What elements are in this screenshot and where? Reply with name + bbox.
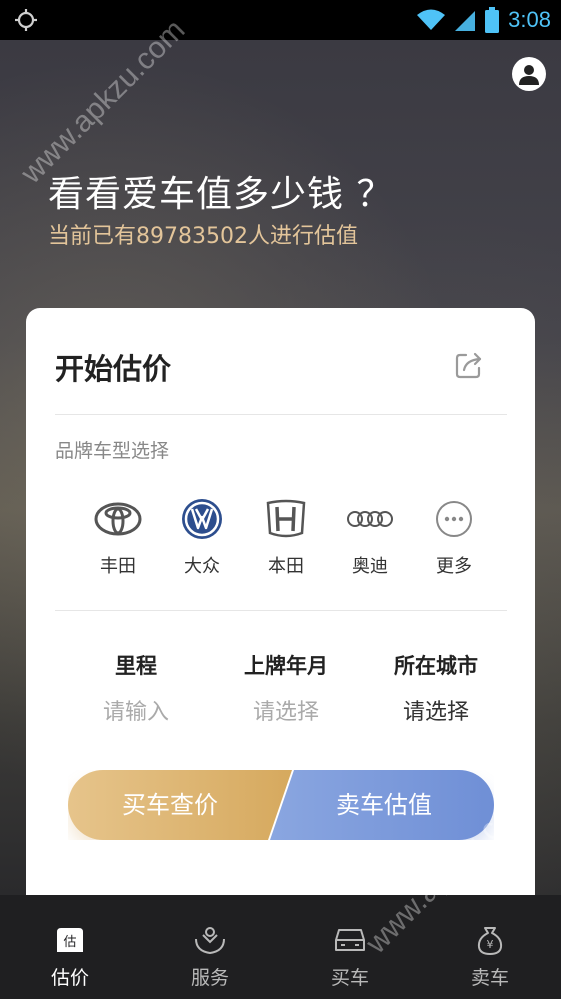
tab-label: 买车 — [330, 967, 369, 989]
field-label: 里程 — [115, 654, 157, 678]
wifi-icon — [417, 9, 446, 30]
signal-icon — [455, 11, 476, 31]
brand-audi[interactable]: 奥迪 — [338, 498, 402, 578]
action-buttons: 买车查价 卖车估值 — [68, 770, 494, 840]
valuation-count-text: 当前已有89783502人进行估值 — [48, 224, 358, 249]
page-title: 看看爱车值多少钱 ？ — [48, 174, 394, 215]
field-label: 所在城市 — [394, 654, 478, 678]
registration-date-select[interactable]: 请选择 — [216, 694, 356, 726]
tab-service[interactable]: 服务 — [140, 895, 280, 999]
brand-toyota[interactable]: 丰田 — [86, 498, 150, 578]
brand-volkswagen[interactable]: 大众 — [170, 498, 234, 578]
service-icon — [195, 927, 225, 955]
city-select[interactable]: 请选择 — [366, 694, 506, 726]
brand-name: 本田 — [268, 556, 304, 577]
tab-sell-car[interactable]: ¥ 卖车 — [420, 895, 560, 999]
audi-logo-icon — [347, 511, 393, 527]
card-title: 开始估价 — [55, 352, 172, 386]
location-icon — [15, 9, 37, 31]
more-icon — [436, 501, 472, 537]
mileage-input[interactable]: 请输入 — [66, 694, 206, 726]
divider — [55, 414, 507, 415]
toyota-logo-icon — [94, 502, 142, 536]
city-field[interactable]: 所在城市 请选择 — [366, 650, 506, 726]
tab-label: 卖车 — [470, 967, 509, 989]
sell-car-valuation-button[interactable]: 卖车估值 — [270, 770, 494, 840]
valuation-card: 开始估价 品牌车型选择 丰田 大众 本田 奥迪 更多 里程 请输入 上牌年月 请… — [26, 308, 535, 918]
valuation-fields: 里程 请输入 上牌年月 请选择 所在城市 请选择 — [66, 650, 506, 726]
buy-button-label: 买车查价 — [122, 791, 218, 819]
brand-name: 大众 — [184, 556, 220, 577]
status-bar: 3:08 — [0, 0, 561, 40]
volkswagen-logo-icon — [182, 499, 222, 539]
divider — [55, 610, 507, 611]
tab-label: 估价 — [50, 967, 89, 989]
user-icon — [519, 65, 539, 85]
tab-valuation[interactable]: 估 估价 — [0, 895, 140, 999]
brand-name: 奥迪 — [352, 556, 388, 577]
field-label: 上牌年月 — [244, 654, 328, 678]
brand-section-label: 品牌车型选择 — [55, 440, 170, 462]
clock: 3:08 — [508, 7, 551, 32]
brand-name: 更多 — [436, 556, 472, 577]
brand-list: 丰田 大众 本田 奥迪 更多 — [86, 498, 486, 578]
honda-logo-icon — [266, 499, 306, 538]
battery-icon — [485, 7, 500, 33]
svg-text:估: 估 — [63, 935, 76, 950]
svg-text:¥: ¥ — [487, 938, 494, 951]
valuation-icon: 估 — [57, 928, 83, 952]
mileage-field[interactable]: 里程 请输入 — [66, 650, 206, 726]
registration-date-field[interactable]: 上牌年月 请选择 — [216, 650, 356, 726]
brand-name: 丰田 — [100, 556, 136, 577]
sell-button-label: 卖车估值 — [336, 791, 432, 819]
tab-label: 服务 — [190, 967, 229, 989]
share-icon[interactable] — [454, 350, 484, 380]
profile-button[interactable] — [512, 57, 546, 91]
bottom-tab-bar: 估 估价 服务 买车 ¥ 卖车 — [0, 895, 561, 999]
car-icon — [335, 929, 365, 951]
brand-honda[interactable]: 本田 — [254, 498, 318, 578]
buy-car-price-button[interactable]: 买车查价 — [68, 770, 292, 840]
money-bag-icon: ¥ — [477, 927, 503, 955]
brand-more[interactable]: 更多 — [422, 498, 486, 578]
